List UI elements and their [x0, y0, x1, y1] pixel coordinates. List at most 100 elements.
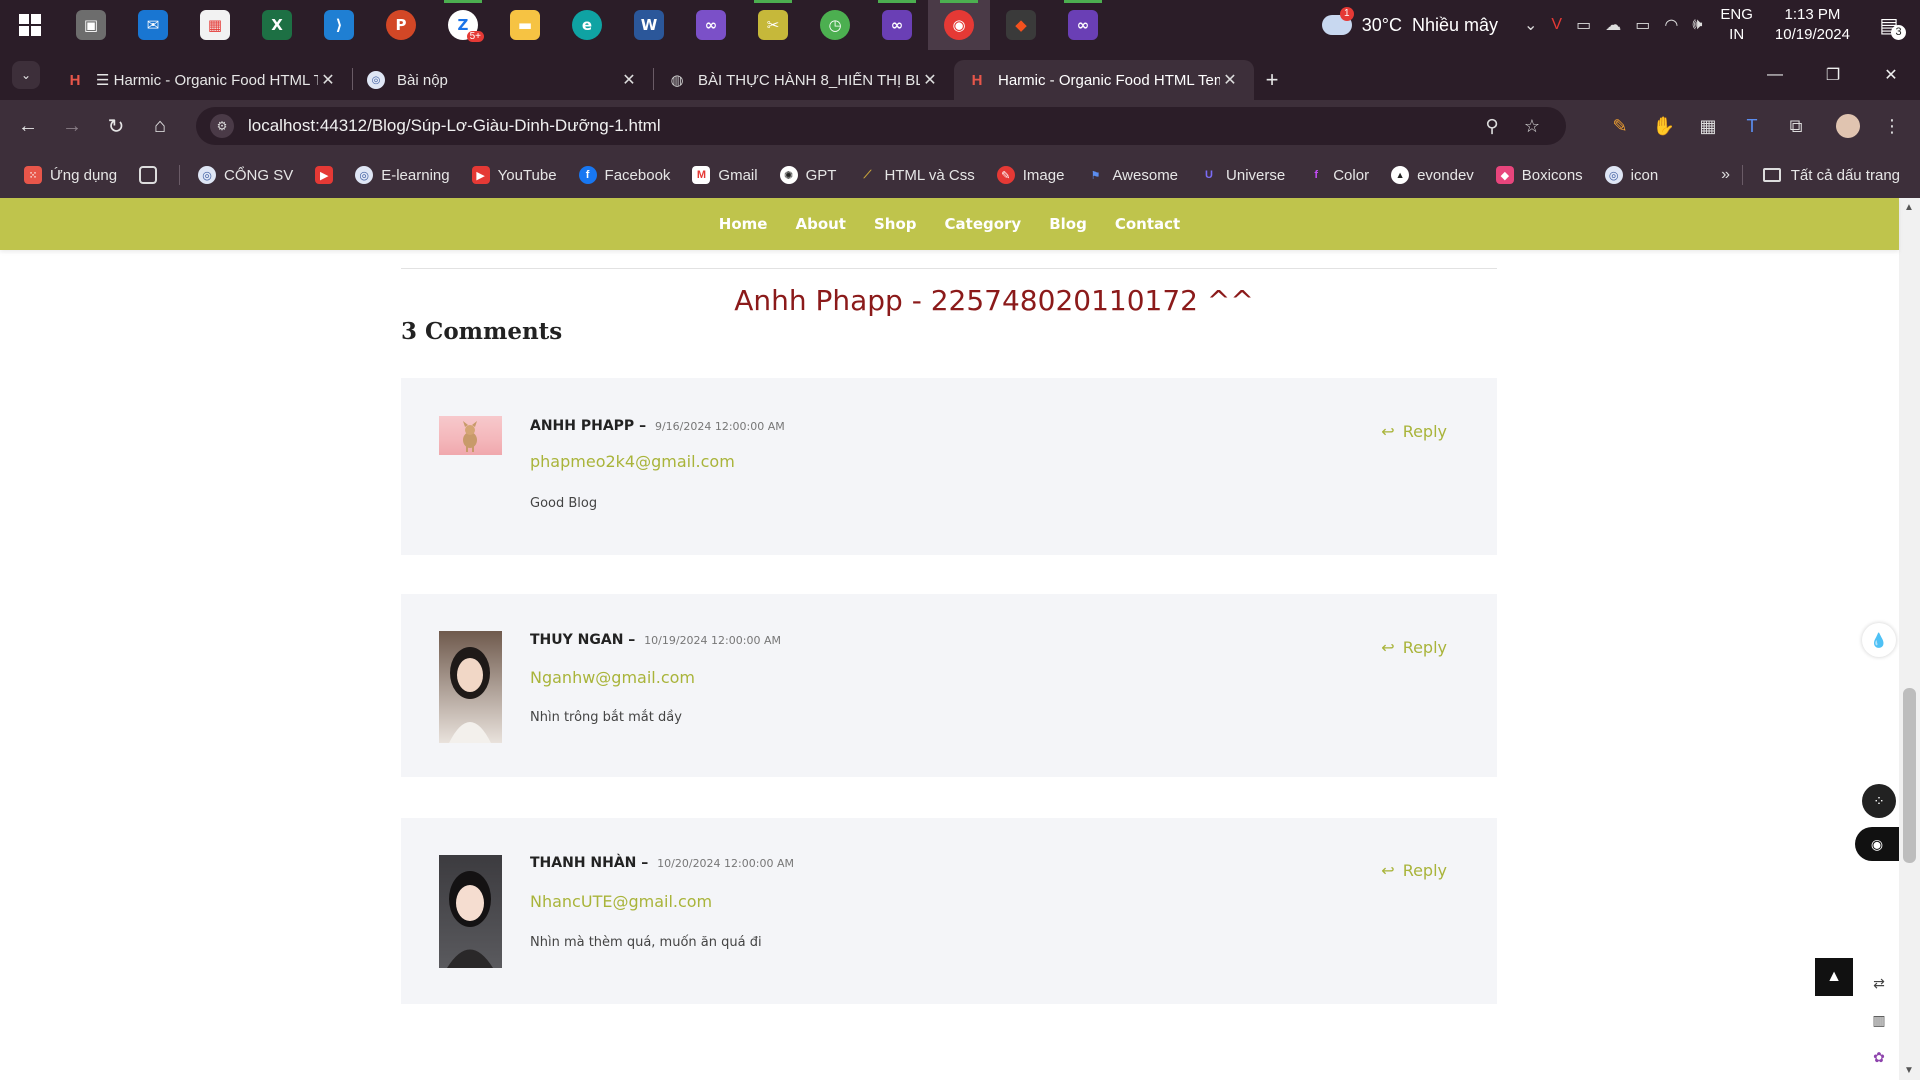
- bookmark-universe[interactable]: U Universe: [1200, 166, 1285, 184]
- taskbar-app-visualstudio[interactable]: ∞: [680, 0, 742, 50]
- taskbar-app-chrome[interactable]: ◉: [928, 0, 990, 50]
- bookmark-facebook[interactable]: f Facebook: [578, 166, 670, 184]
- close-window-icon[interactable]: ✕: [1862, 50, 1920, 100]
- bookmark-elearning[interactable]: ◎ E-learning: [355, 166, 450, 184]
- wifi-icon[interactable]: ◠: [1664, 15, 1678, 35]
- translate-widget-icon[interactable]: ⇄: [1862, 966, 1896, 1000]
- bookmark-gpt[interactable]: ✺ GPT: [779, 166, 836, 184]
- new-tab-button[interactable]: +: [1254, 60, 1290, 100]
- page-scrollbar[interactable]: ▲ ▼: [1899, 198, 1920, 1080]
- volume-icon[interactable]: 🕪: [1692, 16, 1702, 34]
- weather-widget[interactable]: 1 30°C Nhiều mây: [1321, 7, 1498, 36]
- taskbar-app-powerpoint[interactable]: P: [370, 0, 432, 50]
- address-bar[interactable]: ⚙ localhost:44312/Blog/Súp-Lơ-Giàu-Dinh-…: [196, 107, 1566, 145]
- close-tab-icon[interactable]: ✕: [1220, 70, 1240, 90]
- pen-extension-icon[interactable]: ✎: [1598, 104, 1642, 148]
- tab-bai-thuc-hanh[interactable]: ◍ BÀI THỰC HÀNH 8_HIỂN THỊ BLOG ✕: [654, 60, 954, 100]
- close-tab-icon[interactable]: ✕: [318, 70, 338, 90]
- notification-center-button[interactable]: ▤ 3: [1872, 10, 1906, 40]
- taskbar-app-vs-preview[interactable]: ∞: [866, 0, 928, 50]
- close-tab-icon[interactable]: ✕: [619, 70, 639, 90]
- tab-search-button[interactable]: ⌄: [12, 61, 40, 89]
- clock[interactable]: 1:13 PM 10/19/2024: [1775, 5, 1850, 45]
- bookmark-gmail[interactable]: M Gmail: [692, 166, 758, 184]
- drop-widget-icon[interactable]: 💧: [1862, 623, 1896, 657]
- nav-home[interactable]: Home: [719, 215, 768, 233]
- bookmark-color[interactable]: f Color: [1307, 166, 1369, 184]
- taskbar-app-edge[interactable]: e: [556, 0, 618, 50]
- vivaldi-icon[interactable]: V: [1551, 16, 1562, 34]
- hand-extension-icon[interactable]: ✋: [1642, 104, 1686, 148]
- nav-about[interactable]: About: [795, 215, 846, 233]
- url-text[interactable]: localhost:44312/Blog/Súp-Lơ-Giàu-Dinh-Dư…: [248, 116, 1472, 136]
- back-to-top-button[interactable]: ▲: [1815, 958, 1853, 996]
- bookmark-icon[interactable]: ◎ icon: [1604, 166, 1658, 184]
- reply-button[interactable]: ↩ Reply: [1381, 422, 1447, 441]
- bookmark-boxicons[interactable]: ◆ Boxicons: [1495, 166, 1583, 184]
- taskbar-app-remote[interactable]: ▣: [60, 0, 122, 50]
- taskbar-app-git[interactable]: ◆: [990, 0, 1052, 50]
- reply-button[interactable]: ↩ Reply: [1381, 638, 1447, 657]
- taskbar-app-mail[interactable]: ✉: [122, 0, 184, 50]
- taskbar-app-green[interactable]: ◷: [804, 0, 866, 50]
- bookmark-star-icon[interactable]: ☆: [1512, 116, 1552, 137]
- taskbar-app-zalo[interactable]: Z 5+: [432, 0, 494, 50]
- grid-widget-icon[interactable]: ⁘: [1862, 784, 1896, 818]
- extensions-puzzle-icon[interactable]: ⧉: [1774, 104, 1818, 148]
- onedrive-icon[interactable]: ☁: [1605, 15, 1621, 35]
- taskbar-app-snip[interactable]: ✂: [742, 0, 804, 50]
- scrollbar-thumb[interactable]: [1903, 688, 1916, 863]
- scroll-down-icon[interactable]: ▼: [1904, 1065, 1914, 1076]
- taskbar-app-word[interactable]: W: [618, 0, 680, 50]
- battery-icon[interactable]: ▭: [1635, 15, 1650, 35]
- bookmark-evondev[interactable]: ▲ evondev: [1391, 166, 1474, 184]
- brain-widget-icon[interactable]: ✿: [1862, 1040, 1896, 1074]
- reader-widget-icon[interactable]: ▥: [1862, 1003, 1896, 1037]
- zoom-icon[interactable]: ⚲: [1472, 116, 1512, 137]
- nav-shop[interactable]: Shop: [874, 215, 917, 233]
- qr-extension-icon[interactable]: ▦: [1686, 104, 1730, 148]
- taskbar-app-vs-preview-2[interactable]: ∞: [1052, 0, 1114, 50]
- taskbar-app-vscode[interactable]: ⟩: [308, 0, 370, 50]
- forward-button[interactable]: →: [50, 104, 94, 148]
- bot-widget-icon[interactable]: ◉: [1855, 827, 1899, 861]
- restore-icon[interactable]: ❐: [1804, 50, 1862, 100]
- comment-email[interactable]: Nganhw@gmail.com: [530, 668, 695, 687]
- meet-icon[interactable]: ▭: [1576, 15, 1591, 35]
- chevron-up-icon[interactable]: ⌄: [1524, 15, 1537, 35]
- back-button[interactable]: ←: [6, 104, 50, 148]
- bookmark-html-css[interactable]: ⟋ HTML và Css: [858, 166, 975, 184]
- nav-category[interactable]: Category: [945, 215, 1022, 233]
- reply-button[interactable]: ↩ Reply: [1381, 861, 1447, 880]
- all-bookmarks[interactable]: Tất cả dấu trang: [1741, 152, 1900, 198]
- nav-blog[interactable]: Blog: [1049, 215, 1087, 233]
- bookmark-image[interactable]: ✎ Image: [996, 166, 1064, 184]
- menu-kebab-icon[interactable]: ⋮: [1870, 104, 1914, 148]
- more-bookmarks-button[interactable]: »: [1721, 152, 1730, 198]
- bookmark-apps[interactable]: ⁙ Ứng dụng: [24, 166, 117, 184]
- tab-bai-nop[interactable]: ◎ Bài nộp ✕: [353, 60, 653, 100]
- start-button[interactable]: [0, 0, 60, 50]
- taskbar-app-store[interactable]: ▦: [184, 0, 246, 50]
- profile-button[interactable]: [1826, 104, 1870, 148]
- minimize-icon[interactable]: —: [1746, 50, 1804, 100]
- language-indicator[interactable]: ENG IN: [1720, 5, 1753, 45]
- scroll-up-icon[interactable]: ▲: [1904, 202, 1914, 213]
- site-info-icon[interactable]: ⚙: [210, 114, 234, 138]
- tab-harmic-active[interactable]: H Harmic - Organic Food HTML Template ✕: [954, 60, 1254, 100]
- taskbar-app-explorer[interactable]: ▬: [494, 0, 556, 50]
- bookmark-cong-sv[interactable]: ◎ CỔNG SV: [198, 166, 293, 184]
- taskbar-app-excel[interactable]: X: [246, 0, 308, 50]
- comment-email[interactable]: NhancUTE@gmail.com: [530, 892, 712, 911]
- close-tab-icon[interactable]: ✕: [920, 70, 940, 90]
- tab-harmic-1[interactable]: H ☰ Harmic - Organic Food HTML Template …: [52, 60, 352, 100]
- translate-extension-icon[interactable]: T: [1730, 104, 1774, 148]
- home-button[interactable]: ⌂: [138, 104, 182, 148]
- bookmark-youtube-icon-only[interactable]: ▶: [315, 166, 341, 184]
- comment-email[interactable]: phapmeo2k4@gmail.com: [530, 452, 735, 471]
- bookmark-tab-groups[interactable]: [139, 166, 165, 184]
- nav-contact[interactable]: Contact: [1115, 215, 1180, 233]
- bookmark-youtube[interactable]: ▶ YouTube: [471, 166, 557, 184]
- bookmark-awesome[interactable]: ⚑ Awesome: [1086, 166, 1179, 184]
- reload-button[interactable]: ↻: [94, 104, 138, 148]
